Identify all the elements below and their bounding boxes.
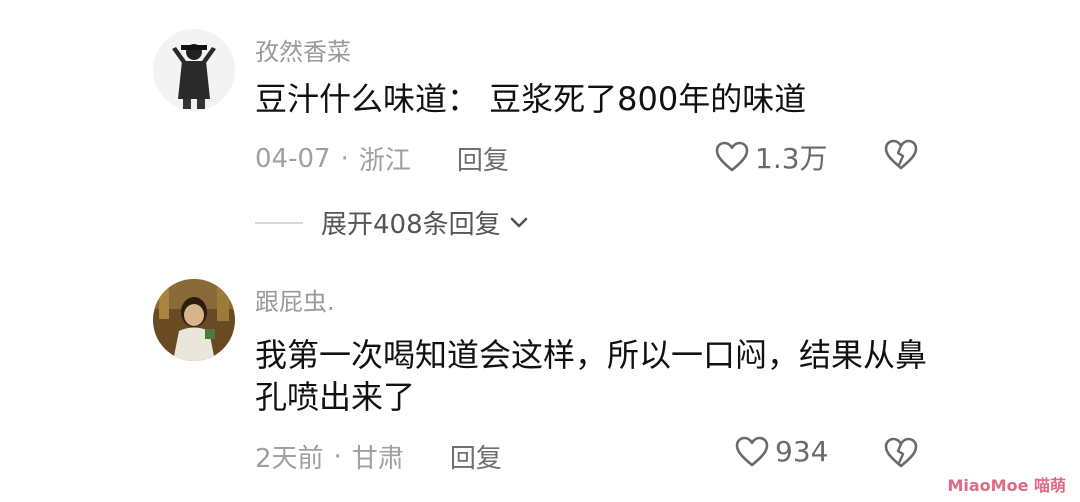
comment-meta: 2天前 · 甘肃 回复 [255, 438, 502, 475]
meta-separator: · [333, 441, 342, 472]
reply-button[interactable]: 回复 [457, 140, 509, 177]
broken-heart-icon [884, 437, 918, 468]
comment-date: 2天前 [255, 444, 324, 474]
comment-text: 豆汁什么味道： 豆浆死了800年的味道 [255, 80, 807, 118]
like-count: 934 [775, 435, 829, 468]
dislike-button[interactable] [884, 139, 918, 175]
comment-text: 我第一次喝知道会这样，所以一口闷，结果从鼻孔喷出来了 [255, 336, 928, 416]
dislike-button[interactable] [884, 437, 918, 473]
broken-heart-icon [884, 139, 918, 170]
avatar[interactable] [153, 279, 235, 361]
heart-outline-icon [735, 436, 769, 466]
comment-location: 浙江 [358, 146, 411, 176]
watermark: MiaoMoe 喵萌 [947, 476, 1066, 495]
comment-location: 甘肃 [351, 444, 404, 474]
like-count: 1.3万 [755, 142, 828, 175]
comment-list: 孜然香菜 豆汁什么味道： 豆浆死了800年的味道 04-07 · 浙江 回复 1… [0, 0, 1080, 502]
heart-outline-icon [715, 141, 749, 172]
comment-username[interactable]: 孜然香菜 [255, 32, 351, 67]
meta-separator: · [340, 143, 349, 174]
like-button[interactable]: 1.3万 [715, 137, 828, 177]
reply-button[interactable]: 回复 [450, 438, 502, 475]
like-button[interactable]: 934 [735, 435, 828, 468]
comment-username[interactable]: 跟屁虫. [255, 282, 335, 317]
chevron-down-icon [510, 217, 527, 227]
avatar[interactable] [153, 29, 235, 111]
comment-meta: 04-07 · 浙江 回复 [255, 140, 509, 177]
expand-replies-button[interactable]: 展开408条回复 [255, 204, 531, 241]
comment-date: 04-07 [255, 143, 331, 174]
expand-replies-label: 展开408条回复 [321, 210, 501, 240]
divider [255, 221, 303, 224]
